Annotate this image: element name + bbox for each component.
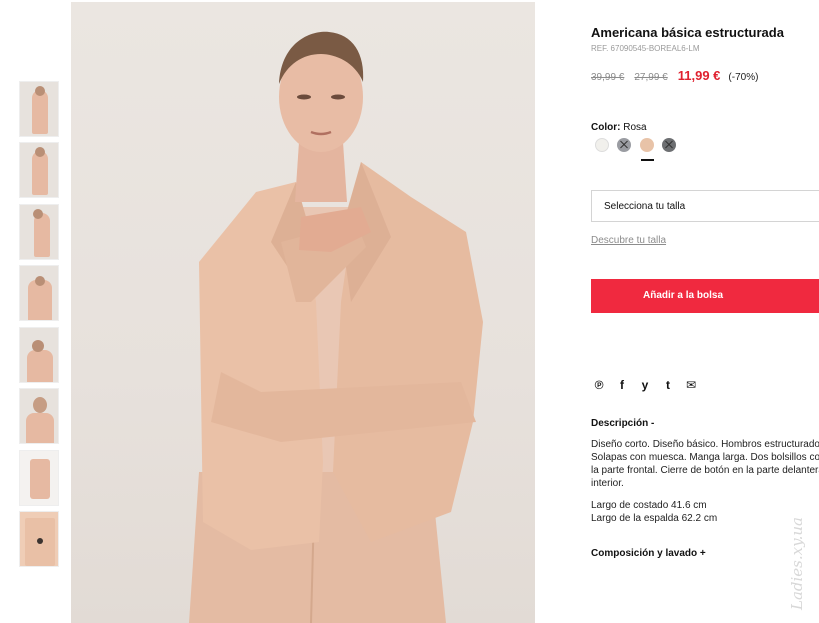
model-illustration [189, 31, 483, 623]
description-line: interior. [591, 478, 624, 489]
facebook-icon[interactable]: f [614, 378, 630, 392]
add-to-bag-label: Añadir a la bolsa [642, 290, 724, 301]
product-info-panel: Americana básica estructurada REF. 67090… [591, 0, 819, 623]
tumblr-icon[interactable]: t [660, 378, 676, 392]
description-line: Solapas con muesca. Manga larga. Dos bol… [591, 452, 819, 463]
measurement-line: Largo de costado 41.6 cm [591, 500, 707, 511]
color-label-title: Color: [591, 122, 621, 133]
product-reference: REF. 67090545-BOREAL6-LM [591, 44, 700, 53]
composition-toggle[interactable]: Composición y lavado + [591, 548, 706, 559]
thumbnail-2[interactable] [19, 142, 59, 198]
discount-badge: (-70%) [728, 72, 759, 83]
pinterest-icon[interactable]: ℗ [591, 378, 607, 392]
swatch-off-white[interactable] [595, 138, 609, 152]
previous-price: 27,99 € [634, 72, 668, 83]
swatch-grey[interactable] [617, 138, 631, 152]
email-icon[interactable]: ✉ [683, 378, 699, 392]
swatch-rosa[interactable] [640, 138, 654, 152]
thumbnail-5[interactable] [19, 327, 59, 383]
social-share-bar: ℗ f y t ✉ [591, 376, 706, 394]
description-line: la parte frontal. Cierre de botón en la … [591, 465, 819, 476]
color-value: Rosa [623, 122, 647, 133]
discover-size-link[interactable]: Descubre tu talla [591, 235, 666, 246]
thumbnail-3[interactable] [19, 204, 59, 260]
current-price: 11,99 € [677, 68, 721, 83]
thumbnail-4[interactable] [19, 265, 59, 321]
original-price: 39,99 € [591, 72, 625, 83]
thumbnail-6[interactable] [19, 388, 59, 444]
thumbnail-1[interactable] [19, 81, 59, 137]
add-to-bag-button[interactable]: Añadir a la bolsa [591, 279, 819, 313]
color-label: Color: Rosa [591, 122, 647, 133]
description-line: Diseño corto. Diseño básico. Hombros est… [591, 439, 819, 450]
price-row: 39,99 € 27,99 € 11,99 € (-70%) [591, 68, 758, 83]
description-toggle[interactable]: Descripción - [591, 418, 654, 429]
selected-swatch-indicator [641, 159, 654, 161]
product-title: Americana básica estructurada [591, 25, 784, 40]
size-select[interactable]: Selecciona tu talla [591, 190, 819, 222]
watermark: Ladies.xy.ua [788, 517, 806, 610]
thumbnail-7[interactable] [19, 450, 59, 506]
measurements: Largo de costado 41.6 cm Largo de la esp… [591, 499, 717, 525]
measurement-line: Largo de la espalda 62.2 cm [591, 513, 718, 524]
twitter-icon[interactable]: y [637, 378, 653, 392]
main-product-image[interactable] [71, 2, 535, 623]
thumbnail-8[interactable] [19, 511, 59, 567]
description-text: Diseño corto. Diseño básico. Hombros est… [591, 438, 819, 490]
swatch-dark-grey[interactable] [662, 138, 676, 152]
